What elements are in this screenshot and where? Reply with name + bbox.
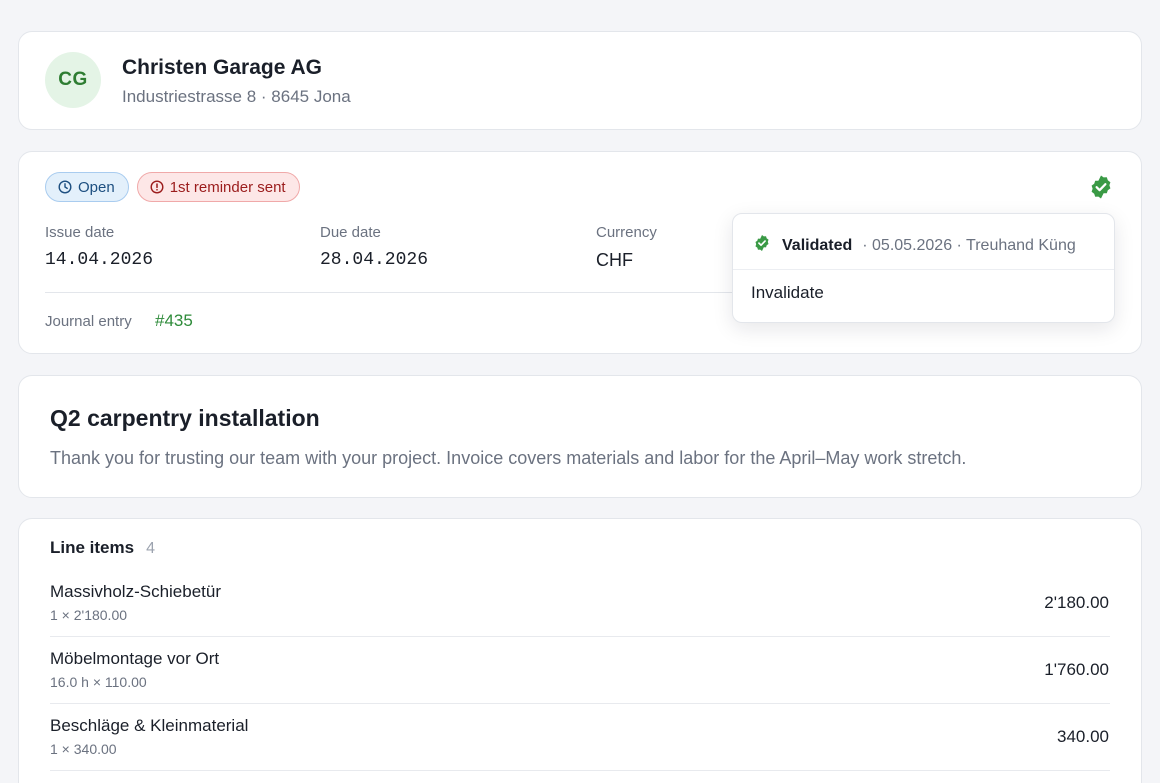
currency-label: Currency — [596, 224, 657, 241]
line-item-name: Massivholz-Schiebetür — [50, 582, 222, 601]
line-items-title: Line items — [50, 538, 135, 557]
alert-circle-icon — [150, 180, 164, 194]
check-badge-icon — [753, 234, 771, 257]
line-items-count: 4 — [146, 540, 155, 557]
line-item-amount: 2'180.00 — [1044, 593, 1109, 612]
issue-date-label: Issue date — [45, 224, 115, 241]
description-card: Q2 carpentry installation Thank you for … — [18, 375, 1142, 498]
line-item-name: Möbelmontage vor Ort — [50, 649, 220, 668]
line-item-row[interactable]: Möbelmontage vor Ort 16.0 h × 110.00 1'7… — [50, 637, 1110, 704]
invoice-title: Q2 carpentry installation — [50, 405, 320, 431]
line-item-amount: 340.00 — [1057, 727, 1109, 746]
invalidate-button[interactable]: Invalidate — [751, 283, 824, 303]
due-date-value: 28.04.2026 — [320, 250, 429, 270]
issue-date-value: 14.04.2026 — [45, 250, 154, 270]
currency-value: CHF — [596, 250, 633, 270]
customer-name: Christen Garage AG — [122, 56, 322, 79]
line-item-quantity: 1 × 2'180.00 — [50, 607, 128, 623]
line-item-name: Beschläge & Kleinmaterial — [50, 716, 249, 735]
validation-status-row: Validated · 05.05.2026 · Treuhand Küng — [753, 234, 1076, 257]
verified-seal-icon[interactable] — [1088, 174, 1114, 205]
line-item-quantity: 1 × 340.00 — [50, 741, 117, 757]
validation-popover: Validated · 05.05.2026 · Treuhand Küng I… — [732, 213, 1115, 323]
due-date-label: Due date — [320, 224, 381, 241]
line-item-quantity: 16.0 h × 110.00 — [50, 674, 147, 690]
line-items-card: Line items 4 Massivholz-Schiebetür 1 × 2… — [18, 518, 1142, 783]
line-item-amount: 1'760.00 — [1044, 660, 1109, 679]
customer-address: Industriestrasse 8 · 8645 Jona — [122, 87, 351, 106]
line-items-header: Line items 4 — [50, 538, 155, 558]
validated-label: Validated — [782, 236, 853, 254]
reminder-badge-label: 1st reminder sent — [169, 178, 286, 196]
status-badge-open: Open — [45, 172, 129, 202]
avatar: CG — [45, 52, 101, 108]
journal-entry-link[interactable]: #435 — [155, 311, 193, 331]
validation-meta: · 05.05.2026 · Treuhand Küng — [862, 236, 1076, 254]
status-badges: Open 1st reminder sent — [45, 172, 300, 202]
line-item-row[interactable]: Beschläge & Kleinmaterial 1 × 340.00 340… — [50, 704, 1110, 771]
clock-icon — [58, 180, 72, 194]
invoice-description: Thank you for trusting our team with you… — [50, 448, 967, 468]
reminder-badge: 1st reminder sent — [136, 172, 300, 202]
line-item-row[interactable]: Massivholz-Schiebetür 1 × 2'180.00 2'180… — [50, 570, 1110, 637]
customer-card: CG Christen Garage AG Industriestrasse 8… — [18, 31, 1142, 130]
journal-entry-label: Journal entry — [45, 313, 132, 330]
status-badge-label: Open — [78, 178, 115, 196]
popover-divider — [733, 269, 1114, 270]
